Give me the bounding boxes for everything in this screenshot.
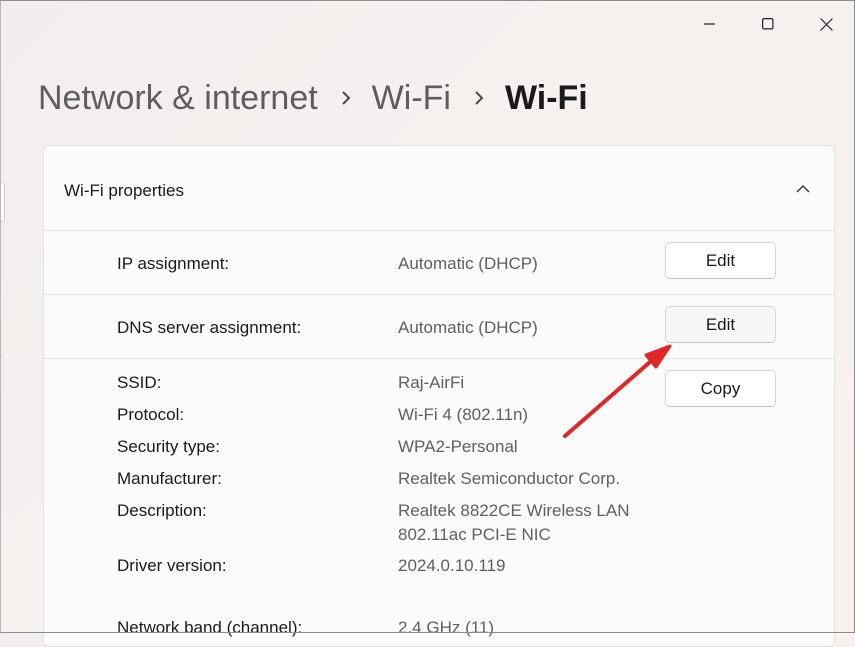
maximize-button[interactable] [739, 0, 797, 48]
minimize-button[interactable] [681, 0, 739, 48]
wifi-properties-header[interactable]: Wi-Fi properties [44, 146, 834, 231]
driver-version-value: 2024.0.10.119 [398, 556, 506, 575]
close-button[interactable] [797, 0, 855, 48]
ip-edit-button[interactable]: Edit [665, 242, 776, 279]
network-band-value: 2.4 GHz (11) [398, 618, 495, 637]
network-band-label: Network band (channel): [117, 618, 303, 637]
ssid-label: SSID: [117, 373, 162, 392]
maximize-icon [762, 18, 774, 30]
ip-assignment-row: IP assignment: Automatic (DHCP) Edit [44, 231, 834, 295]
copy-button[interactable]: Copy [665, 370, 776, 407]
breadcrumb: Network & internet Wi-Fi Wi-Fi [38, 78, 588, 118]
close-icon [819, 17, 833, 31]
minimize-icon [704, 23, 715, 25]
description-label: Description: [117, 501, 207, 520]
chevron-right-icon [341, 78, 351, 118]
protocol-value: Wi-Fi 4 (802.11n) [398, 405, 529, 424]
dns-edit-button[interactable]: Edit [665, 306, 776, 343]
card-title: Wi-Fi properties [64, 181, 184, 200]
dns-assignment-row: DNS server assignment: Automatic (DHCP) … [44, 295, 834, 359]
security-type-label: Security type: [117, 437, 220, 456]
description-value-line2: 802.11ac PCI-E NIC [398, 525, 551, 544]
chevron-up-icon[interactable] [796, 180, 810, 198]
dns-assignment-value: Automatic (DHCP) [398, 318, 538, 337]
nav-pane-edge [0, 353, 4, 393]
dns-assignment-label: DNS server assignment: [117, 318, 302, 337]
breadcrumb-current: Wi-Fi [504, 79, 588, 117]
manufacturer-label: Manufacturer: [117, 469, 222, 488]
ssid-value: Raj-AirFi [398, 373, 465, 392]
manufacturer-value: Realtek Semiconductor Corp. [398, 469, 621, 488]
description-value: Realtek 8822CE Wireless LAN [398, 501, 630, 520]
breadcrumb-network-internet[interactable]: Network & internet [38, 78, 318, 118]
security-type-value: WPA2-Personal [398, 437, 518, 456]
chevron-right-icon [474, 78, 484, 118]
protocol-label: Protocol: [117, 405, 185, 424]
driver-version-label: Driver version: [117, 556, 227, 575]
ip-assignment-value: Automatic (DHCP) [398, 254, 538, 273]
ip-assignment-label: IP assignment: [117, 254, 230, 273]
breadcrumb-wifi[interactable]: Wi-Fi [372, 78, 451, 118]
wifi-properties-card: Wi-Fi properties IP assignment: Automati… [43, 145, 835, 647]
window-controls [681, 0, 855, 48]
nav-pane-edge [0, 182, 5, 222]
